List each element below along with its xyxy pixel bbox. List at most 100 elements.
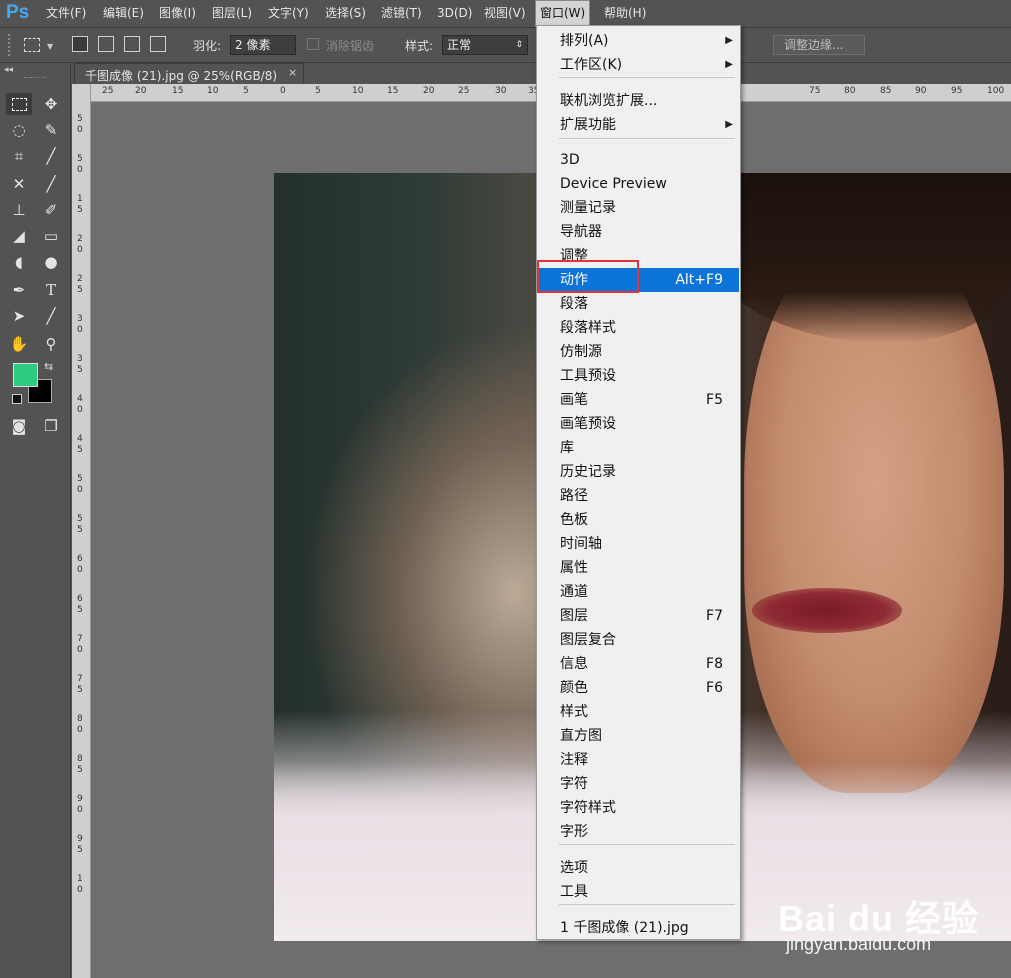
window-menu-item[interactable]: 颜色 F6 <box>538 676 739 700</box>
menu-3d[interactable]: 3D(D) <box>433 0 476 27</box>
toolbar-grip[interactable] <box>24 77 46 80</box>
subtract-from-selection-icon[interactable] <box>124 36 140 52</box>
eraser-tool-icon[interactable]: ◢ <box>6 225 32 247</box>
window-menu-item[interactable]: 工作区(K) ▶ <box>538 53 739 77</box>
ruler-v-label: 5 <box>77 605 83 615</box>
window-menu-item[interactable]: 扩展功能 ▶ <box>538 113 739 137</box>
window-menu-item[interactable]: 图层复合 <box>538 628 739 652</box>
window-menu-item[interactable]: 工具预设 <box>538 364 739 388</box>
marquee-tool-preset-icon[interactable] <box>24 38 40 52</box>
options-grip[interactable] <box>8 34 14 56</box>
menu-view[interactable]: 视图(V) <box>480 0 530 27</box>
window-menu-item[interactable]: 样式 <box>538 700 739 724</box>
menu-bar: Ps 文件(F) 编辑(E) 图像(I) 图层(L) 文字(Y) 选择(S) 滤… <box>0 0 1011 28</box>
window-menu-item[interactable]: 历史记录 <box>538 460 739 484</box>
antialias-checkbox[interactable] <box>307 38 319 50</box>
gradient-tool-icon[interactable]: ▭ <box>38 225 64 247</box>
window-menu-item[interactable]: 3D <box>538 148 739 172</box>
dodge-tool-icon[interactable]: ● <box>38 251 64 273</box>
window-menu-item[interactable]: 测量记录 <box>538 196 739 220</box>
type-tool-icon[interactable]: T <box>38 279 64 301</box>
window-menu-item[interactable]: 导航器 <box>538 220 739 244</box>
brush-tool-icon[interactable]: ╱ <box>38 173 64 195</box>
menu-item-label: 样式 <box>560 704 588 720</box>
window-menu-item[interactable]: 通道 <box>538 580 739 604</box>
pen-tool-icon[interactable]: ✒ <box>6 279 32 301</box>
quick-mask-icon[interactable]: ◙ <box>6 415 32 437</box>
menu-item-shortcut: F7 <box>706 608 723 624</box>
document-tab[interactable]: 千图成像 (21).jpg @ 25%(RGB/8) × <box>74 63 304 84</box>
ruler-v-label: 5 <box>77 205 83 215</box>
vertical-ruler[interactable]: 5050152025303540455055606570758085909510 <box>72 84 91 978</box>
menu-type[interactable]: 文字(Y) <box>264 0 313 27</box>
style-select[interactable]: 正常 ⇕ <box>442 35 528 55</box>
window-menu-item[interactable]: 联机浏览扩展... <box>538 89 739 113</box>
window-menu-item[interactable]: 直方图 <box>538 724 739 748</box>
menu-filter[interactable]: 滤镜(T) <box>377 0 426 27</box>
refine-edge-button[interactable]: 调整边缘... <box>773 35 865 55</box>
menu-window[interactable]: 窗口(W) <box>535 0 591 27</box>
window-menu-item[interactable]: 工具 <box>538 880 739 904</box>
window-menu-item[interactable]: 字符 <box>538 772 739 796</box>
window-menu-item[interactable]: 仿制源 <box>538 340 739 364</box>
menu-image[interactable]: 图像(I) <box>155 0 200 27</box>
menu-file[interactable]: 文件(F) <box>42 0 90 27</box>
menu-separator <box>559 138 735 139</box>
new-selection-icon[interactable] <box>72 36 88 52</box>
antialias-label: 消除锯齿 <box>326 39 375 53</box>
crop-tool-icon[interactable]: ⌗ <box>6 145 32 167</box>
ruler-v-label: 0 <box>77 325 83 335</box>
menu-edit[interactable]: 编辑(E) <box>99 0 148 27</box>
menu-layer[interactable]: 图层(L) <box>208 0 256 27</box>
clone-stamp-tool-icon[interactable]: ⊥ <box>6 199 32 221</box>
intersect-selection-icon[interactable] <box>150 36 166 52</box>
move-tool-icon[interactable]: ✥ <box>38 93 64 115</box>
menu-help[interactable]: 帮助(H) <box>600 0 650 27</box>
zoom-tool-icon[interactable]: ⚲ <box>38 333 64 355</box>
window-menu-item[interactable]: 信息 F8 <box>538 652 739 676</box>
window-menu-item[interactable]: 时间轴 <box>538 532 739 556</box>
window-menu-item[interactable]: 字符样式 <box>538 796 739 820</box>
add-to-selection-icon[interactable] <box>98 36 114 52</box>
window-menu-item[interactable]: 1 千图成像 (21).jpg <box>538 916 739 940</box>
window-menu-item[interactable]: Device Preview <box>538 172 739 196</box>
line-tool-icon[interactable]: ╱ <box>38 305 64 327</box>
feather-input[interactable]: 2 像素 <box>230 35 296 55</box>
eyedropper-tool-icon[interactable]: ╱ <box>38 145 64 167</box>
menu-item-shortcut: F5 <box>706 392 723 408</box>
window-menu-item[interactable]: 选项 <box>538 856 739 880</box>
window-menu-item[interactable]: 字形 <box>538 820 739 844</box>
ruler-v-label: 0 <box>77 725 83 735</box>
window-menu-item[interactable]: 路径 <box>538 484 739 508</box>
menu-select[interactable]: 选择(S) <box>321 0 370 27</box>
lasso-tool-icon[interactable]: ◌ <box>6 119 32 141</box>
window-menu-item[interactable]: 段落样式 <box>538 316 739 340</box>
ruler-v-label: 4 <box>77 434 83 444</box>
screen-mode-icon[interactable]: ❐ <box>38 415 64 437</box>
window-menu-item[interactable]: 段落 <box>538 292 739 316</box>
default-colors-icon[interactable] <box>12 394 22 404</box>
preset-chevron-down-icon[interactable]: ▼ <box>47 42 53 51</box>
window-menu-item[interactable]: 属性 <box>538 556 739 580</box>
close-icon[interactable]: × <box>288 66 297 79</box>
swap-colors-icon[interactable]: ⇆ <box>44 360 53 373</box>
history-brush-tool-icon[interactable]: ✐ <box>38 199 64 221</box>
window-menu-item[interactable]: 库 <box>538 436 739 460</box>
rectangular-marquee-tool-icon[interactable] <box>6 93 32 115</box>
window-menu-item[interactable]: 色板 <box>538 508 739 532</box>
window-menu-item[interactable]: 画笔预设 <box>538 412 739 436</box>
foreground-color-swatch[interactable] <box>13 363 38 387</box>
quick-selection-tool-icon[interactable]: ✎ <box>38 119 64 141</box>
window-menu-item[interactable]: 图层 F7 <box>538 604 739 628</box>
collapse-panel-icon[interactable]: ◂◂ <box>4 65 13 75</box>
spot-healing-tool-icon[interactable]: ✕ <box>6 173 32 195</box>
window-menu-item[interactable]: 注释 <box>538 748 739 772</box>
path-selection-tool-icon[interactable]: ➤ <box>6 305 32 327</box>
menu-item-label: 仿制源 <box>560 344 602 360</box>
hand-tool-icon[interactable]: ✋ <box>6 333 32 355</box>
style-label: 样式: <box>405 39 434 53</box>
window-menu-item[interactable]: 排列(A) ▶ <box>538 29 739 53</box>
blur-tool-icon[interactable]: ◖ <box>6 251 32 273</box>
window-menu-item[interactable]: 画笔 F5 <box>538 388 739 412</box>
menu-item-label: 颜色 <box>560 680 588 696</box>
